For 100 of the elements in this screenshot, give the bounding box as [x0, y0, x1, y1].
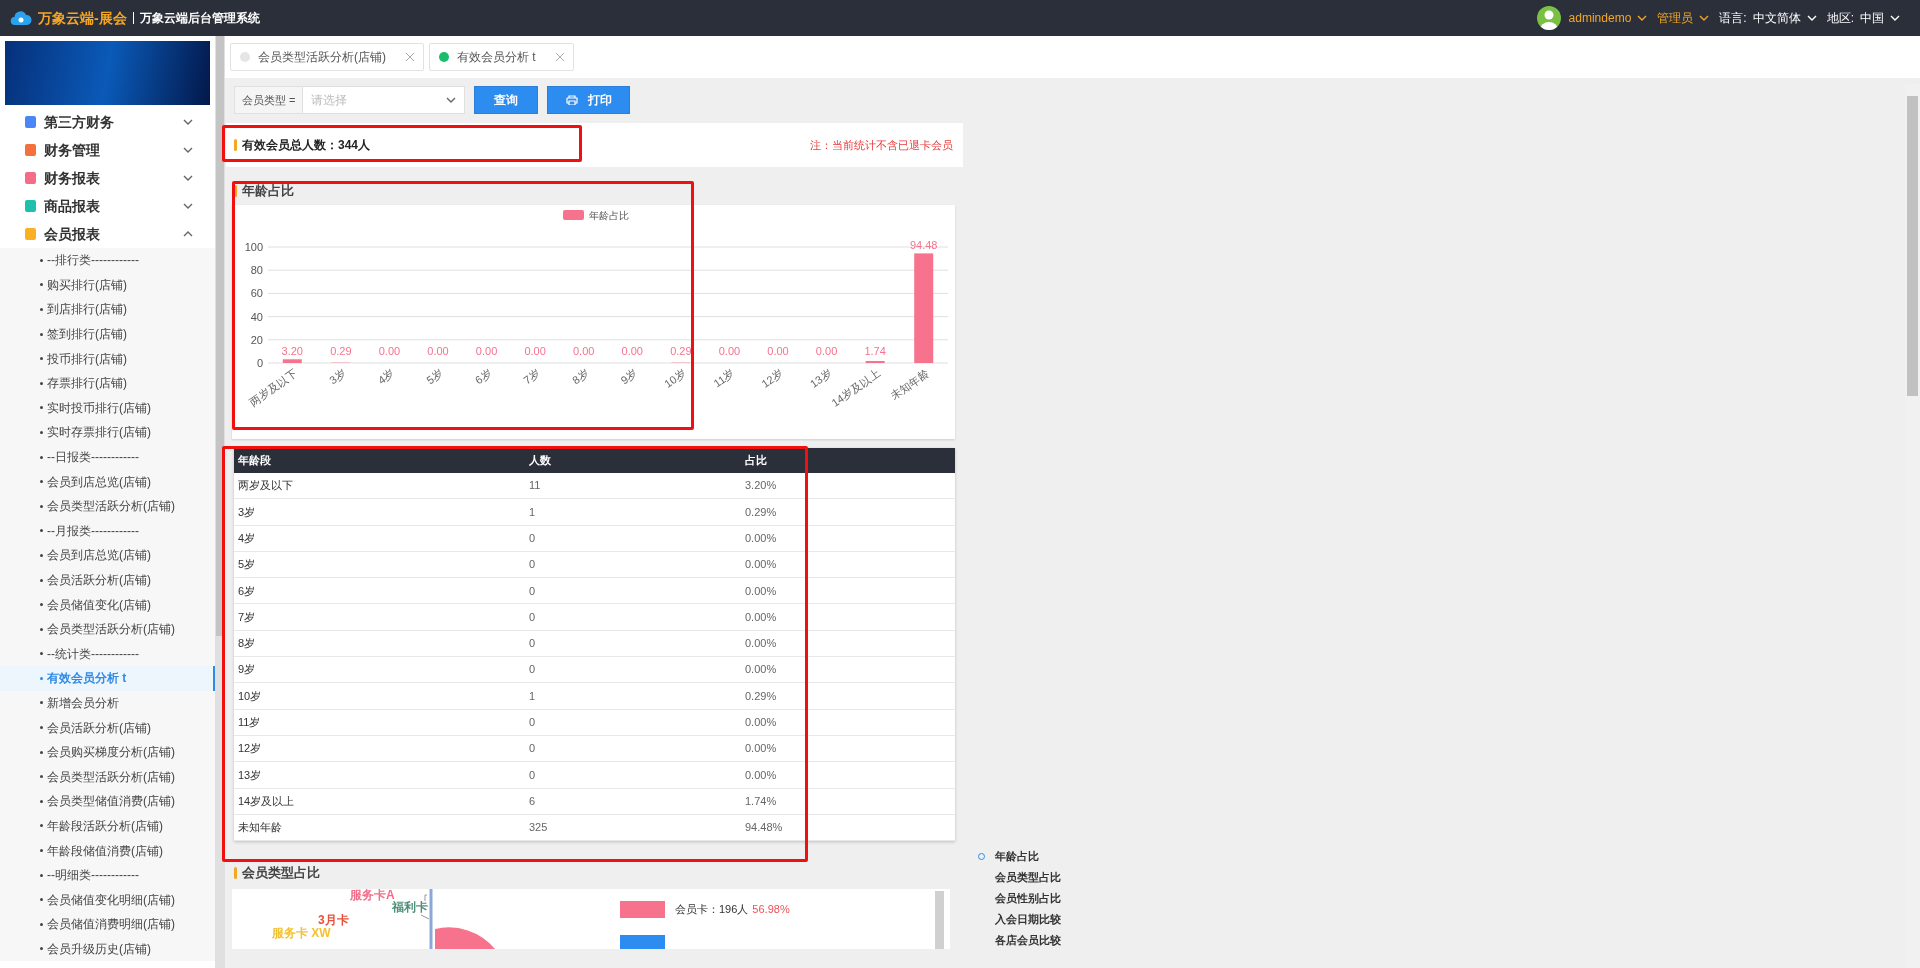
submenu-item[interactable]: --月报类------------: [0, 518, 215, 544]
axis-category-label: 两岁及以下: [247, 366, 300, 409]
submenu-item[interactable]: 会员活跃分析(店铺): [0, 715, 215, 740]
table-cell-text: 1: [528, 504, 537, 520]
axis-tick-label: 80: [250, 264, 263, 277]
region-menu[interactable]: 中国: [1860, 9, 1900, 27]
table-cell-text: 0.00%: [744, 531, 778, 546]
axis-category-label: 7岁: [521, 366, 543, 387]
bar[interactable]: [282, 359, 302, 363]
value-label: 0.00: [767, 345, 789, 357]
submenu-item[interactable]: 购买排行(店铺): [0, 272, 215, 298]
role-menu[interactable]: 管理员: [1657, 9, 1710, 27]
anchor-link[interactable]: 会员类型占比: [978, 867, 1061, 888]
table-cell-text: 4岁: [237, 531, 257, 546]
user-menu[interactable]: admindemo: [1568, 9, 1648, 27]
submenu-item[interactable]: 年龄段活跃分析(店铺): [0, 813, 215, 839]
anchor-link[interactable]: 各店会员比较: [978, 930, 1061, 951]
submenu-item[interactable]: 会员购买梯度分析(店铺): [0, 739, 215, 765]
avatar-icon[interactable]: [1536, 6, 1561, 30]
sidebar-group[interactable]: 第三方财务: [0, 108, 215, 136]
axis-tick-label: 40: [250, 310, 263, 323]
pie-slice-label: 福利卡: [392, 901, 428, 914]
printer-icon: [566, 95, 578, 105]
bullet-icon: [40, 381, 43, 385]
bullet-icon: [40, 283, 43, 287]
sidebar-group[interactable]: 财务管理: [0, 136, 215, 164]
pie-slice-label: 服务卡A: [350, 889, 395, 902]
value-label: 1.74: [864, 345, 886, 357]
chevron-down-icon: [1806, 15, 1817, 21]
submenu-item[interactable]: 会员类型活跃分析(店铺): [0, 493, 215, 519]
submenu-item[interactable]: 年龄段储值消费(店铺): [0, 838, 215, 863]
table-cell-text: 0.00%: [744, 767, 778, 783]
submenu-item[interactable]: 会员升级历史(店铺): [0, 936, 215, 962]
tab[interactable]: 有效会员分析 t: [429, 43, 574, 71]
submenu-item[interactable]: 会员类型活跃分析(店铺): [0, 616, 215, 642]
submenu-item[interactable]: 会员储值变化(店铺): [0, 592, 215, 617]
submenu-item[interactable]: --日报类------------: [0, 444, 215, 470]
value-label: 0.00: [378, 345, 401, 357]
submenu-item[interactable]: --排行类------------: [0, 248, 215, 273]
submenu-item[interactable]: 会员到店总览(店铺): [0, 543, 215, 568]
submenu-item[interactable]: 会员活跃分析(店铺): [0, 567, 215, 593]
axis-category-label: 12岁: [759, 366, 786, 390]
submenu-item[interactable]: 投币排行(店铺): [0, 346, 215, 371]
table-cell-text: 12岁: [237, 741, 263, 757]
tab[interactable]: 会员类型活跃分析(店铺): [230, 43, 424, 71]
anchor-link[interactable]: 入会日期比较: [978, 909, 1061, 930]
column-header[interactable]: 年龄段: [234, 452, 525, 469]
chevron-down-icon: [446, 97, 457, 103]
submenu-item[interactable]: 签到排行(店铺): [0, 321, 215, 347]
submenu-item[interactable]: 到店排行(店铺): [0, 297, 215, 322]
language-menu[interactable]: 中文简体: [1752, 9, 1817, 27]
bar[interactable]: [914, 253, 934, 363]
legend-percent: 56.98%: [752, 902, 790, 918]
column-header[interactable]: 占比: [741, 452, 955, 469]
table-cell-text: 14岁及以上: [237, 793, 296, 809]
bullet-icon: [40, 922, 43, 926]
bullet-icon: [40, 603, 43, 607]
table-cell-text: 0.00%: [744, 583, 778, 599]
table-cell-text: 7岁: [237, 609, 257, 625]
table-cell-text: 0: [528, 741, 537, 757]
close-icon[interactable]: [406, 53, 414, 61]
submenu-item[interactable]: 会员储值消费明细(店铺): [0, 912, 215, 937]
anchor-link[interactable]: 年龄占比: [978, 846, 1039, 867]
axis-category-label: 未知年龄: [887, 366, 931, 402]
sidebar-group[interactable]: 会员报表: [0, 220, 215, 248]
sidebar-group[interactable]: 商品报表: [0, 192, 215, 220]
chart-legend[interactable]: 年龄占比: [563, 210, 629, 221]
submenu-item[interactable]: --统计类------------: [0, 641, 215, 667]
table-cell-text: 未知年龄: [237, 820, 283, 836]
submenu-item[interactable]: 实时投币排行(店铺): [0, 395, 215, 421]
table-cell-text: 0.00%: [744, 715, 778, 731]
bullet-icon: [40, 357, 43, 361]
bullet-icon: [40, 578, 43, 582]
submenu-item[interactable]: 实时存票排行(店铺): [0, 420, 215, 445]
submenu-item[interactable]: 会员储值变化明细(店铺): [0, 887, 215, 913]
table-cell-text: 3岁: [237, 504, 257, 520]
table-cell-text: 0: [528, 557, 537, 573]
submenu-item[interactable]: 会员到店总览(店铺): [0, 469, 215, 494]
column-header[interactable]: 人数: [525, 452, 741, 469]
table-cell-text: 325: [528, 820, 549, 836]
sidebar-scrollbar[interactable]: [215, 36, 225, 968]
pie-slice-label: 服务卡 XW: [272, 927, 331, 940]
submenu-item[interactable]: 会员类型储值消费(店铺): [0, 789, 215, 814]
bullet-icon: [40, 652, 43, 656]
value-label: 0.00: [427, 345, 449, 357]
submenu-item[interactable]: 存票排行(店铺): [0, 370, 215, 396]
axis-tick-label: 100: [244, 241, 263, 253]
submenu-item[interactable]: --明细类------------: [0, 862, 215, 888]
table-cell-text: 1.74%: [744, 793, 778, 809]
axis-category-label: 9岁: [618, 366, 640, 387]
inner-scrollbar[interactable]: [935, 891, 944, 950]
table-cell-text: 6: [528, 793, 537, 809]
close-icon[interactable]: [555, 53, 564, 61]
sidebar-group[interactable]: 财务报表: [0, 164, 215, 192]
submenu-item[interactable]: 会员类型活跃分析(店铺): [0, 764, 215, 790]
submenu-item[interactable]: 新增会员分析: [0, 690, 215, 716]
bullet-icon: [40, 406, 43, 410]
table-cell-text: 11: [528, 478, 542, 494]
anchor-link[interactable]: 会员性别占比: [978, 888, 1061, 909]
cloud-logo-icon: [10, 9, 32, 27]
